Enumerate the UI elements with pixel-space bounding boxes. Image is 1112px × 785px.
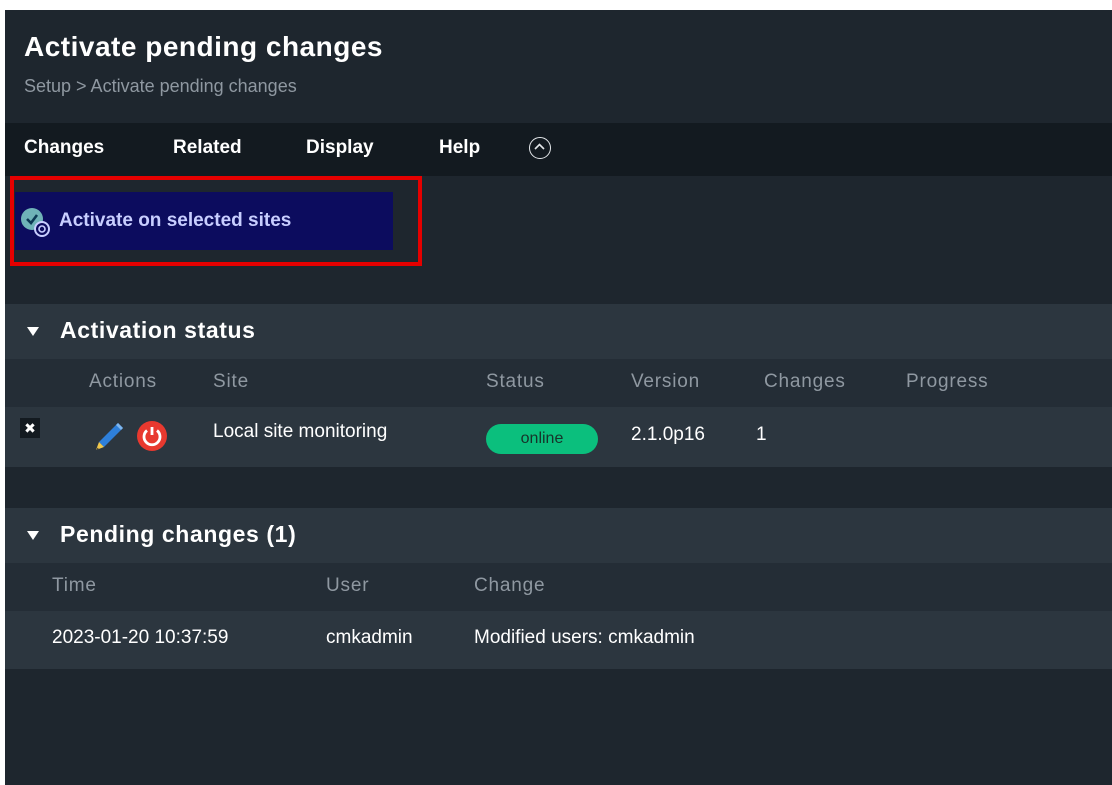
menu-help[interactable]: Help [439, 137, 480, 159]
restart-icon[interactable] [136, 420, 168, 452]
menu-related[interactable]: Related [173, 137, 242, 159]
column-header-status: Status [486, 371, 545, 392]
section-header-activation-status[interactable]: Activation status [5, 304, 1112, 359]
activate-button-label: Activate on selected sites [59, 210, 292, 231]
section-header-pending-changes[interactable]: Pending changes (1) [5, 508, 1112, 563]
activate-on-selected-sites-button[interactable]: Activate on selected sites [15, 192, 393, 250]
table-row: ✖ Local site monitoring online 2.1.0p16 … [5, 407, 1112, 467]
page-header: Activate pending changes Setup > Activat… [5, 10, 1112, 123]
section-title: Activation status [60, 317, 256, 343]
app-window: Activate pending changes Setup > Activat… [5, 10, 1112, 785]
close-icon[interactable]: ✖ [20, 418, 40, 438]
triangle-down-icon [27, 327, 39, 336]
column-header-site: Site [213, 371, 249, 392]
menu-changes[interactable]: Changes [24, 137, 104, 159]
activate-changes-icon [21, 208, 50, 237]
change-time: 2023-01-20 10:37:59 [52, 627, 229, 648]
section-spacer [5, 467, 1112, 508]
menu-display[interactable]: Display [306, 137, 374, 159]
breadcrumb[interactable]: Setup > Activate pending changes [24, 76, 297, 97]
change-user: cmkadmin [326, 627, 413, 648]
chevron-up-circle-icon[interactable] [529, 137, 551, 159]
site-name: Local site monitoring [213, 421, 388, 442]
pencil-icon[interactable] [92, 419, 126, 453]
site-changes-count: 1 [756, 424, 767, 445]
section-title: Pending changes (1) [60, 521, 297, 547]
column-header-change: Change [474, 575, 546, 596]
triangle-down-icon [27, 531, 39, 540]
column-header-actions: Actions [89, 371, 157, 392]
change-description: Modified users: cmkadmin [474, 627, 695, 648]
action-area: Activate on selected sites [5, 176, 1112, 304]
activation-table-header: Actions Site Status Version Changes Prog… [5, 359, 1112, 407]
column-header-time: Time [52, 575, 97, 596]
table-row: 2023-01-20 10:37:59 cmkadmin Modified us… [5, 611, 1112, 669]
column-header-changes: Changes [764, 371, 846, 392]
pending-table-header: Time User Change [5, 563, 1112, 611]
column-header-version: Version [631, 371, 700, 392]
page-title: Activate pending changes [24, 31, 383, 62]
column-header-user: User [326, 575, 370, 596]
menu-bar: Changes Related Display Help [5, 123, 1112, 176]
status-badge: online [486, 424, 598, 454]
site-version: 2.1.0p16 [631, 424, 705, 445]
column-header-progress: Progress [906, 371, 989, 392]
